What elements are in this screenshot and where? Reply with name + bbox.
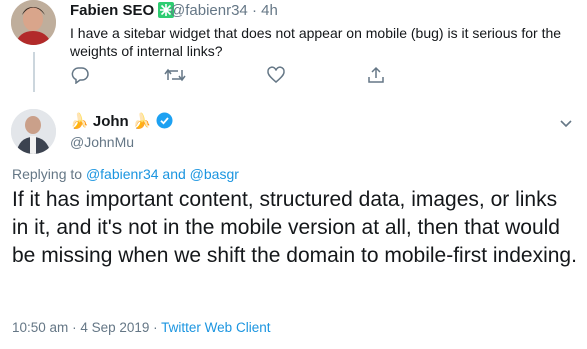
author-name[interactable]: Fabien SEO [70,2,175,19]
share-icon[interactable] [366,66,386,84]
separator: · [251,2,257,19]
avatar[interactable] [11,109,56,154]
reply-icon[interactable] [70,66,90,85]
mention-link[interactable]: @fabienr34 [86,166,159,182]
thread-connector [33,52,35,92]
tweet-time[interactable]: 10:50 am [12,320,68,335]
mention-link[interactable]: @basgr [190,166,239,182]
retweet-icon[interactable] [164,66,186,84]
banana-icon: 🍌 [70,113,89,130]
replying-to: Replying to @fabienr34 and @basgr [12,166,239,182]
tweet-meta: 10:50 am · 4 Sep 2019 · Twitter Web Clie… [12,320,271,335]
author-handle[interactable]: @fabienr34 · 4h [170,2,278,19]
avatar[interactable] [11,0,56,45]
tweet-text: If it has important content, structured … [12,188,577,267]
avatar-photo [11,109,56,154]
client-link[interactable]: Twitter Web Client [161,320,270,335]
avatar-photo [11,0,56,45]
banana-icon: 🍌 [132,113,152,130]
author-name[interactable]: 🍌 John 🍌 [70,112,173,133]
tweet-text: I have a sitebar widget that does not ap… [70,25,562,59]
chevron-down-icon[interactable] [559,116,573,128]
tweet-time[interactable]: 4h [261,2,278,19]
like-icon[interactable] [266,66,286,84]
verified-icon [156,112,173,133]
author-handle[interactable]: @JohnMu [70,134,134,150]
tweet-date[interactable]: 4 Sep 2019 [80,320,149,335]
